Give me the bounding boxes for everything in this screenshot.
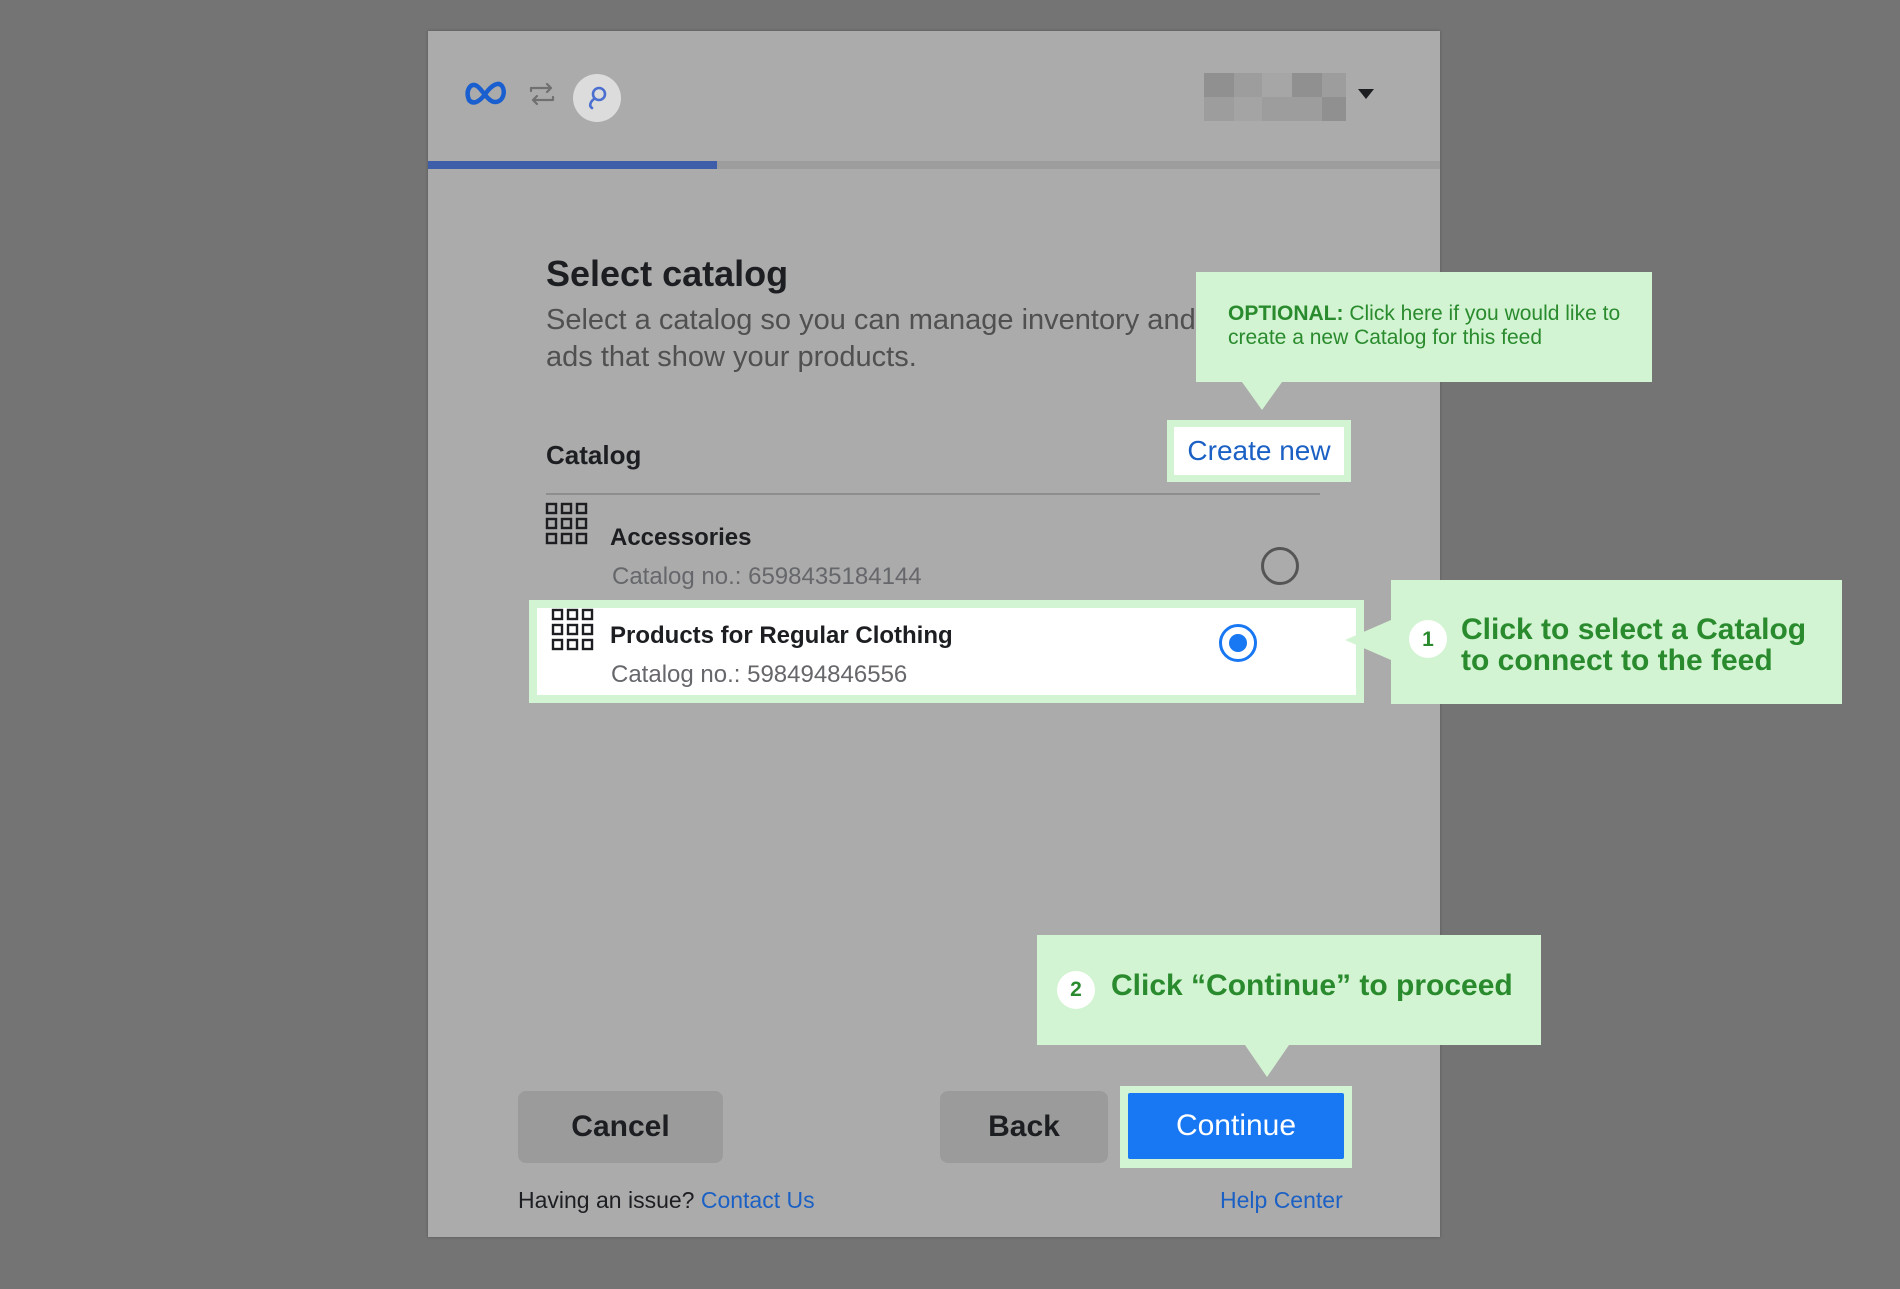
continue-button-highlight: Continue <box>1120 1086 1352 1168</box>
catalog-number: Catalog no.: 6598435184144 <box>612 563 922 590</box>
progress-bar <box>428 161 1440 169</box>
catalog-radio-selected[interactable] <box>1219 624 1257 662</box>
issue-text: Having an issue? <box>518 1187 695 1213</box>
meta-logo-icon <box>465 81 506 105</box>
swap-arrows-icon <box>529 82 555 106</box>
progress-bar-fill <box>428 161 718 169</box>
dialog-header <box>428 31 1440 161</box>
caret-down-icon[interactable] <box>1358 89 1374 99</box>
catalog-grid-icon <box>551 608 594 651</box>
page-title: Select catalog <box>546 253 789 294</box>
contact-us-link[interactable]: Contact Us <box>701 1187 815 1213</box>
page-subtitle: Select a catalog so you can manage inven… <box>546 304 1290 373</box>
catalog-section-label: Catalog <box>546 440 642 470</box>
callout-step-2: 2 Click “Continue” to proceed <box>1037 935 1541 1077</box>
callout-pointer <box>1345 620 1391 660</box>
integration-app-icon <box>573 74 621 122</box>
catalog-number: Catalog no.: 598494846556 <box>611 661 908 688</box>
catalog-name: Products for Regular Clothing <box>610 622 953 649</box>
step-number-badge: 2 <box>1057 971 1095 1009</box>
callout-pointer <box>1242 382 1282 410</box>
callout-optional-create-new: OPTIONAL: Click here if you would like t… <box>1196 272 1652 410</box>
continue-button[interactable]: Continue <box>1128 1093 1344 1159</box>
callout-step-2-emphasis: Continue <box>1206 969 1337 1002</box>
catalog-divider <box>546 493 1320 495</box>
footer-help-text: Having an issue? Contact Us <box>518 1187 815 1214</box>
callout-optional-prefix: OPTIONAL: <box>1228 302 1344 325</box>
help-center-link[interactable]: Help Center <box>1220 1187 1438 1214</box>
catalog-radio-unselected[interactable] <box>1261 547 1299 585</box>
callout-pointer <box>1245 1045 1289 1077</box>
catalog-option-accessories[interactable]: Accessories Catalog no.: 6598435184144 <box>488 499 1333 611</box>
catalog-option-products-regular-clothing[interactable]: Products for Regular Clothing Catalog no… <box>529 600 1364 703</box>
create-new-catalog-link[interactable]: Create new <box>1167 420 1351 482</box>
callout-step-1: 1 Click to select a Catalog to connect t… <box>1345 580 1842 704</box>
cancel-button[interactable]: Cancel <box>518 1091 723 1163</box>
account-switcher[interactable] <box>1204 73 1346 121</box>
callout-step-2-text-before: Click “ <box>1111 969 1207 1002</box>
radio-selected-dot <box>1229 634 1247 652</box>
callout-step-1-text: Click to select a Catalog to connect to … <box>1461 613 1807 677</box>
back-button[interactable]: Back <box>940 1091 1108 1163</box>
callout-step-2-text-after: ” to proceed <box>1336 969 1513 1002</box>
step-number-badge: 1 <box>1409 620 1447 658</box>
catalog-grid-icon <box>545 502 588 545</box>
catalog-name: Accessories <box>610 524 752 551</box>
